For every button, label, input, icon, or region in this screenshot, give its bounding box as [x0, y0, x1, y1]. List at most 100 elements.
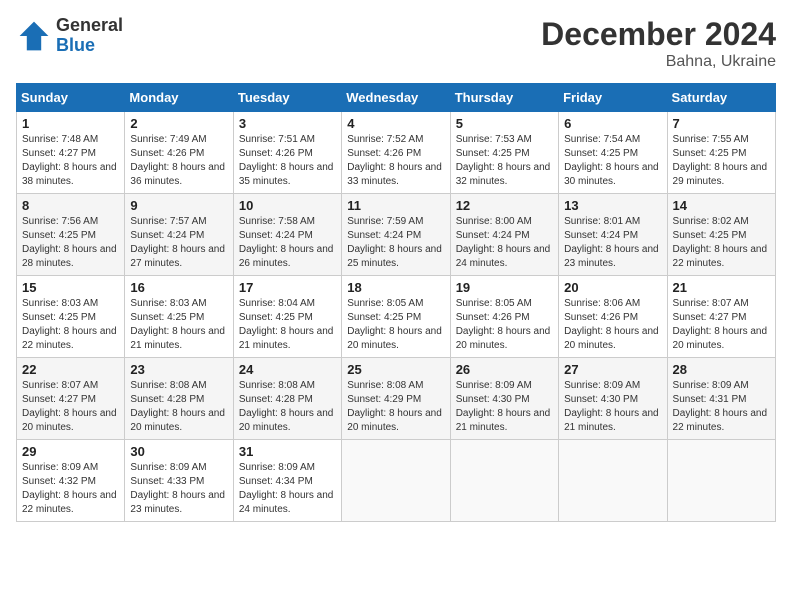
- calendar-day-cell: 1 Sunrise: 7:48 AM Sunset: 4:27 PM Dayli…: [17, 112, 125, 194]
- day-number: 25: [347, 362, 444, 377]
- day-number: 26: [456, 362, 553, 377]
- calendar-week-row: 22 Sunrise: 8:07 AM Sunset: 4:27 PM Dayl…: [17, 358, 776, 440]
- calendar-day-cell: 4 Sunrise: 7:52 AM Sunset: 4:26 PM Dayli…: [342, 112, 450, 194]
- day-info: Sunrise: 7:56 AM Sunset: 4:25 PM Dayligh…: [22, 215, 119, 271]
- calendar-day-cell: [667, 440, 775, 522]
- day-info: Sunrise: 8:02 AM Sunset: 4:25 PM Dayligh…: [673, 215, 770, 271]
- calendar-day-cell: 12 Sunrise: 8:00 AM Sunset: 4:24 PM Dayl…: [450, 194, 558, 276]
- calendar-day-cell: [342, 440, 450, 522]
- day-number: 5: [456, 116, 553, 131]
- logo: General Blue: [16, 16, 123, 56]
- day-number: 7: [673, 116, 770, 131]
- day-info: Sunrise: 7:57 AM Sunset: 4:24 PM Dayligh…: [130, 215, 227, 271]
- day-info: Sunrise: 8:00 AM Sunset: 4:24 PM Dayligh…: [456, 215, 553, 271]
- day-of-week-header: Friday: [559, 84, 667, 112]
- day-number: 16: [130, 280, 227, 295]
- calendar-day-cell: 2 Sunrise: 7:49 AM Sunset: 4:26 PM Dayli…: [125, 112, 233, 194]
- day-number: 24: [239, 362, 336, 377]
- calendar-header-row: SundayMondayTuesdayWednesdayThursdayFrid…: [17, 84, 776, 112]
- day-info: Sunrise: 8:09 AM Sunset: 4:33 PM Dayligh…: [130, 461, 227, 517]
- calendar-day-cell: 16 Sunrise: 8:03 AM Sunset: 4:25 PM Dayl…: [125, 276, 233, 358]
- calendar-day-cell: 3 Sunrise: 7:51 AM Sunset: 4:26 PM Dayli…: [233, 112, 341, 194]
- day-info: Sunrise: 7:48 AM Sunset: 4:27 PM Dayligh…: [22, 133, 119, 189]
- day-info: Sunrise: 8:04 AM Sunset: 4:25 PM Dayligh…: [239, 297, 336, 353]
- day-number: 23: [130, 362, 227, 377]
- calendar-day-cell: 30 Sunrise: 8:09 AM Sunset: 4:33 PM Dayl…: [125, 440, 233, 522]
- calendar-day-cell: 7 Sunrise: 7:55 AM Sunset: 4:25 PM Dayli…: [667, 112, 775, 194]
- day-number: 3: [239, 116, 336, 131]
- day-info: Sunrise: 7:51 AM Sunset: 4:26 PM Dayligh…: [239, 133, 336, 189]
- calendar-week-row: 29 Sunrise: 8:09 AM Sunset: 4:32 PM Dayl…: [17, 440, 776, 522]
- calendar-day-cell: 31 Sunrise: 8:09 AM Sunset: 4:34 PM Dayl…: [233, 440, 341, 522]
- calendar-day-cell: 6 Sunrise: 7:54 AM Sunset: 4:25 PM Dayli…: [559, 112, 667, 194]
- day-info: Sunrise: 8:05 AM Sunset: 4:25 PM Dayligh…: [347, 297, 444, 353]
- day-number: 19: [456, 280, 553, 295]
- day-info: Sunrise: 8:09 AM Sunset: 4:34 PM Dayligh…: [239, 461, 336, 517]
- day-of-week-header: Wednesday: [342, 84, 450, 112]
- day-number: 8: [22, 198, 119, 213]
- day-number: 18: [347, 280, 444, 295]
- day-of-week-header: Monday: [125, 84, 233, 112]
- calendar-day-cell: 19 Sunrise: 8:05 AM Sunset: 4:26 PM Dayl…: [450, 276, 558, 358]
- day-info: Sunrise: 8:09 AM Sunset: 4:30 PM Dayligh…: [564, 379, 661, 435]
- day-number: 22: [22, 362, 119, 377]
- location-subtitle: Bahna, Ukraine: [541, 53, 776, 71]
- calendar-day-cell: 25 Sunrise: 8:08 AM Sunset: 4:29 PM Dayl…: [342, 358, 450, 440]
- day-info: Sunrise: 8:03 AM Sunset: 4:25 PM Dayligh…: [22, 297, 119, 353]
- calendar-day-cell: 14 Sunrise: 8:02 AM Sunset: 4:25 PM Dayl…: [667, 194, 775, 276]
- day-number: 31: [239, 444, 336, 459]
- calendar-day-cell: 18 Sunrise: 8:05 AM Sunset: 4:25 PM Dayl…: [342, 276, 450, 358]
- calendar-day-cell: 11 Sunrise: 7:59 AM Sunset: 4:24 PM Dayl…: [342, 194, 450, 276]
- day-info: Sunrise: 8:07 AM Sunset: 4:27 PM Dayligh…: [22, 379, 119, 435]
- day-info: Sunrise: 8:05 AM Sunset: 4:26 PM Dayligh…: [456, 297, 553, 353]
- calendar-day-cell: 29 Sunrise: 8:09 AM Sunset: 4:32 PM Dayl…: [17, 440, 125, 522]
- day-of-week-header: Sunday: [17, 84, 125, 112]
- day-info: Sunrise: 8:03 AM Sunset: 4:25 PM Dayligh…: [130, 297, 227, 353]
- calendar-week-row: 8 Sunrise: 7:56 AM Sunset: 4:25 PM Dayli…: [17, 194, 776, 276]
- calendar-week-row: 15 Sunrise: 8:03 AM Sunset: 4:25 PM Dayl…: [17, 276, 776, 358]
- calendar-week-row: 1 Sunrise: 7:48 AM Sunset: 4:27 PM Dayli…: [17, 112, 776, 194]
- day-number: 30: [130, 444, 227, 459]
- day-number: 1: [22, 116, 119, 131]
- day-info: Sunrise: 8:08 AM Sunset: 4:28 PM Dayligh…: [130, 379, 227, 435]
- calendar-day-cell: 21 Sunrise: 8:07 AM Sunset: 4:27 PM Dayl…: [667, 276, 775, 358]
- calendar-day-cell: 22 Sunrise: 8:07 AM Sunset: 4:27 PM Dayl…: [17, 358, 125, 440]
- calendar-day-cell: 8 Sunrise: 7:56 AM Sunset: 4:25 PM Dayli…: [17, 194, 125, 276]
- day-number: 9: [130, 198, 227, 213]
- month-title: December 2024: [541, 16, 776, 53]
- calendar-day-cell: 13 Sunrise: 8:01 AM Sunset: 4:24 PM Dayl…: [559, 194, 667, 276]
- day-info: Sunrise: 8:08 AM Sunset: 4:29 PM Dayligh…: [347, 379, 444, 435]
- day-info: Sunrise: 7:54 AM Sunset: 4:25 PM Dayligh…: [564, 133, 661, 189]
- day-number: 21: [673, 280, 770, 295]
- day-info: Sunrise: 8:09 AM Sunset: 4:31 PM Dayligh…: [673, 379, 770, 435]
- calendar-table: SundayMondayTuesdayWednesdayThursdayFrid…: [16, 83, 776, 522]
- day-info: Sunrise: 8:09 AM Sunset: 4:30 PM Dayligh…: [456, 379, 553, 435]
- calendar-day-cell: 20 Sunrise: 8:06 AM Sunset: 4:26 PM Dayl…: [559, 276, 667, 358]
- day-number: 11: [347, 198, 444, 213]
- calendar-day-cell: 24 Sunrise: 8:08 AM Sunset: 4:28 PM Dayl…: [233, 358, 341, 440]
- day-info: Sunrise: 7:49 AM Sunset: 4:26 PM Dayligh…: [130, 133, 227, 189]
- day-number: 29: [22, 444, 119, 459]
- calendar-day-cell: 28 Sunrise: 8:09 AM Sunset: 4:31 PM Dayl…: [667, 358, 775, 440]
- logo-text: General Blue: [56, 16, 123, 56]
- day-info: Sunrise: 8:01 AM Sunset: 4:24 PM Dayligh…: [564, 215, 661, 271]
- day-number: 2: [130, 116, 227, 131]
- title-block: December 2024 Bahna, Ukraine: [541, 16, 776, 71]
- calendar-day-cell: 9 Sunrise: 7:57 AM Sunset: 4:24 PM Dayli…: [125, 194, 233, 276]
- calendar-day-cell: 5 Sunrise: 7:53 AM Sunset: 4:25 PM Dayli…: [450, 112, 558, 194]
- day-of-week-header: Thursday: [450, 84, 558, 112]
- page-header: General Blue December 2024 Bahna, Ukrain…: [16, 16, 776, 71]
- day-number: 27: [564, 362, 661, 377]
- day-number: 6: [564, 116, 661, 131]
- day-number: 17: [239, 280, 336, 295]
- day-number: 4: [347, 116, 444, 131]
- calendar-day-cell: 15 Sunrise: 8:03 AM Sunset: 4:25 PM Dayl…: [17, 276, 125, 358]
- calendar-day-cell: 27 Sunrise: 8:09 AM Sunset: 4:30 PM Dayl…: [559, 358, 667, 440]
- day-number: 15: [22, 280, 119, 295]
- day-number: 12: [456, 198, 553, 213]
- day-info: Sunrise: 7:58 AM Sunset: 4:24 PM Dayligh…: [239, 215, 336, 271]
- logo-icon: [16, 18, 52, 54]
- calendar-day-cell: [450, 440, 558, 522]
- day-info: Sunrise: 7:53 AM Sunset: 4:25 PM Dayligh…: [456, 133, 553, 189]
- day-number: 28: [673, 362, 770, 377]
